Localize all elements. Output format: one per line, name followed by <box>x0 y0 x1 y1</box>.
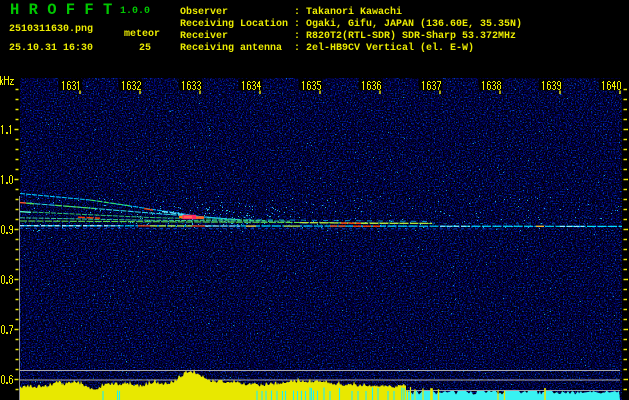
svg-text:Receiver: Receiver <box>180 30 228 42</box>
svg-text:: Takanori Kawachi: : Takanori Kawachi <box>294 6 402 18</box>
svg-text:: R820T2(RTL-SDR) SDR-Sharp 53: : R820T2(RTL-SDR) SDR-Sharp 53.372MHz <box>294 30 516 42</box>
svg-text:Receiving antenna: Receiving antenna <box>180 42 282 54</box>
svg-text:: Ogaki, Gifu, JAPAN (136.60E,: : Ogaki, Gifu, JAPAN (136.60E, 35.35N) <box>294 18 522 30</box>
svg-text:meteor: meteor <box>124 29 160 40</box>
svg-text:Receiving Location: Receiving Location <box>180 18 288 30</box>
svg-text:25: 25 <box>139 43 151 54</box>
svg-text:1.0.0: 1.0.0 <box>120 6 150 17</box>
svg-text:25.10.31 16:30: 25.10.31 16:30 <box>9 43 93 54</box>
svg-text:H R O F F T: H R O F F T <box>10 1 112 19</box>
svg-text:2510311630.png: 2510311630.png <box>9 24 93 35</box>
svg-text:: 2el-HB9CV Vertical (el. E-W): : 2el-HB9CV Vertical (el. E-W) <box>294 42 474 54</box>
svg-text:Observer: Observer <box>180 6 228 18</box>
